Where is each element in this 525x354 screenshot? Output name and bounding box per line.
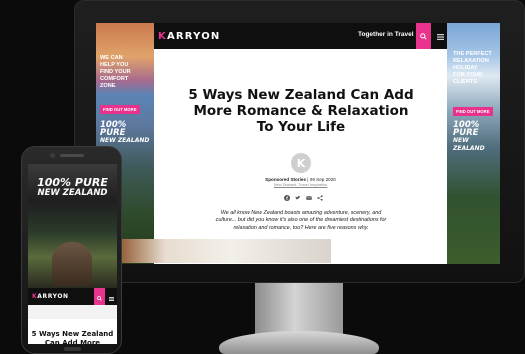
right-ad-find-out-more-button[interactable]: FIND OUT MORE	[453, 107, 493, 116]
right-skyscraper-ad[interactable]: THE PERFECT RELAXATION HOLIDAY FOR YOUR …	[447, 23, 500, 264]
facebook-icon[interactable]: f	[283, 194, 290, 201]
desktop-screen: KARRYON Together in Travel WE CAN HELP Y…	[96, 23, 500, 264]
phone-ad-banner[interactable]: 100% PURE NEW ZEALAND	[28, 164, 117, 288]
right-ad-brand: 100% PURE NEW ZEALAND	[453, 120, 485, 152]
right-ad-headline: THE PERFECT RELAXATION HOLIDAY FOR YOUR …	[453, 51, 492, 85]
monitor-stand-neck	[255, 283, 343, 335]
svg-text:f: f	[286, 195, 288, 200]
phone-screen: 100% PURE NEW ZEALAND KARRYON 5 Ways New…	[28, 164, 117, 344]
phone-ad-photo	[52, 242, 92, 286]
phone-menu-button[interactable]	[106, 288, 117, 305]
header-tagline[interactable]: Together in Travel	[358, 31, 414, 38]
email-icon[interactable]	[305, 194, 312, 201]
share-row: f	[283, 194, 323, 201]
article-byline: Sponsored Stories | 09 Sep 2020	[265, 177, 336, 182]
search-button[interactable]	[416, 23, 431, 49]
share-icon[interactable]	[316, 194, 323, 201]
mobile-phone: 100% PURE NEW ZEALAND KARRYON 5 Ways New…	[21, 146, 122, 354]
twitter-icon[interactable]	[294, 194, 301, 201]
phone-speaker	[60, 154, 84, 157]
phone-site-header: KARRYON	[28, 288, 117, 305]
phone-ad-brand: 100% PURE NEW ZEALAND	[37, 176, 108, 198]
menu-icon	[109, 288, 114, 306]
article-intro: We all know New Zealand boasts amazing a…	[215, 210, 387, 231]
karryon-logo[interactable]: KARRYON	[158, 31, 221, 42]
phone-camera	[50, 153, 55, 158]
menu-icon	[436, 27, 444, 45]
left-ad-brand: 100% PURE NEW ZEALAND	[100, 120, 150, 144]
article: 5 Ways New Zealand Can Add More Romance …	[154, 49, 447, 264]
site-header: KARRYON Together in Travel	[96, 23, 500, 49]
article-categories[interactable]: New Zealand, Travel Inspiration	[154, 183, 447, 187]
phone-karryon-logo[interactable]: KARRYON	[32, 293, 69, 300]
monitor-stand-base	[219, 331, 379, 354]
phone-subheader	[28, 305, 117, 319]
desktop-monitor: KARRYON Together in Travel WE CAN HELP Y…	[74, 0, 525, 354]
left-ad-find-out-more-button[interactable]: FIND OUT MORE	[100, 105, 140, 114]
search-icon	[97, 288, 102, 306]
search-icon	[420, 27, 427, 45]
menu-button[interactable]	[433, 23, 447, 49]
phone-article-title: 5 Ways New Zealand Can Add More	[31, 330, 114, 344]
left-ad-headline: WE CAN HELP YOU FIND YOUR COMFORT ZONE	[100, 55, 131, 89]
author-avatar[interactable]: K	[291, 153, 311, 173]
phone-home-indicator[interactable]	[64, 347, 81, 351]
article-title: 5 Ways New Zealand Can Add More Romance …	[188, 87, 414, 135]
phone-search-button[interactable]	[94, 288, 105, 305]
